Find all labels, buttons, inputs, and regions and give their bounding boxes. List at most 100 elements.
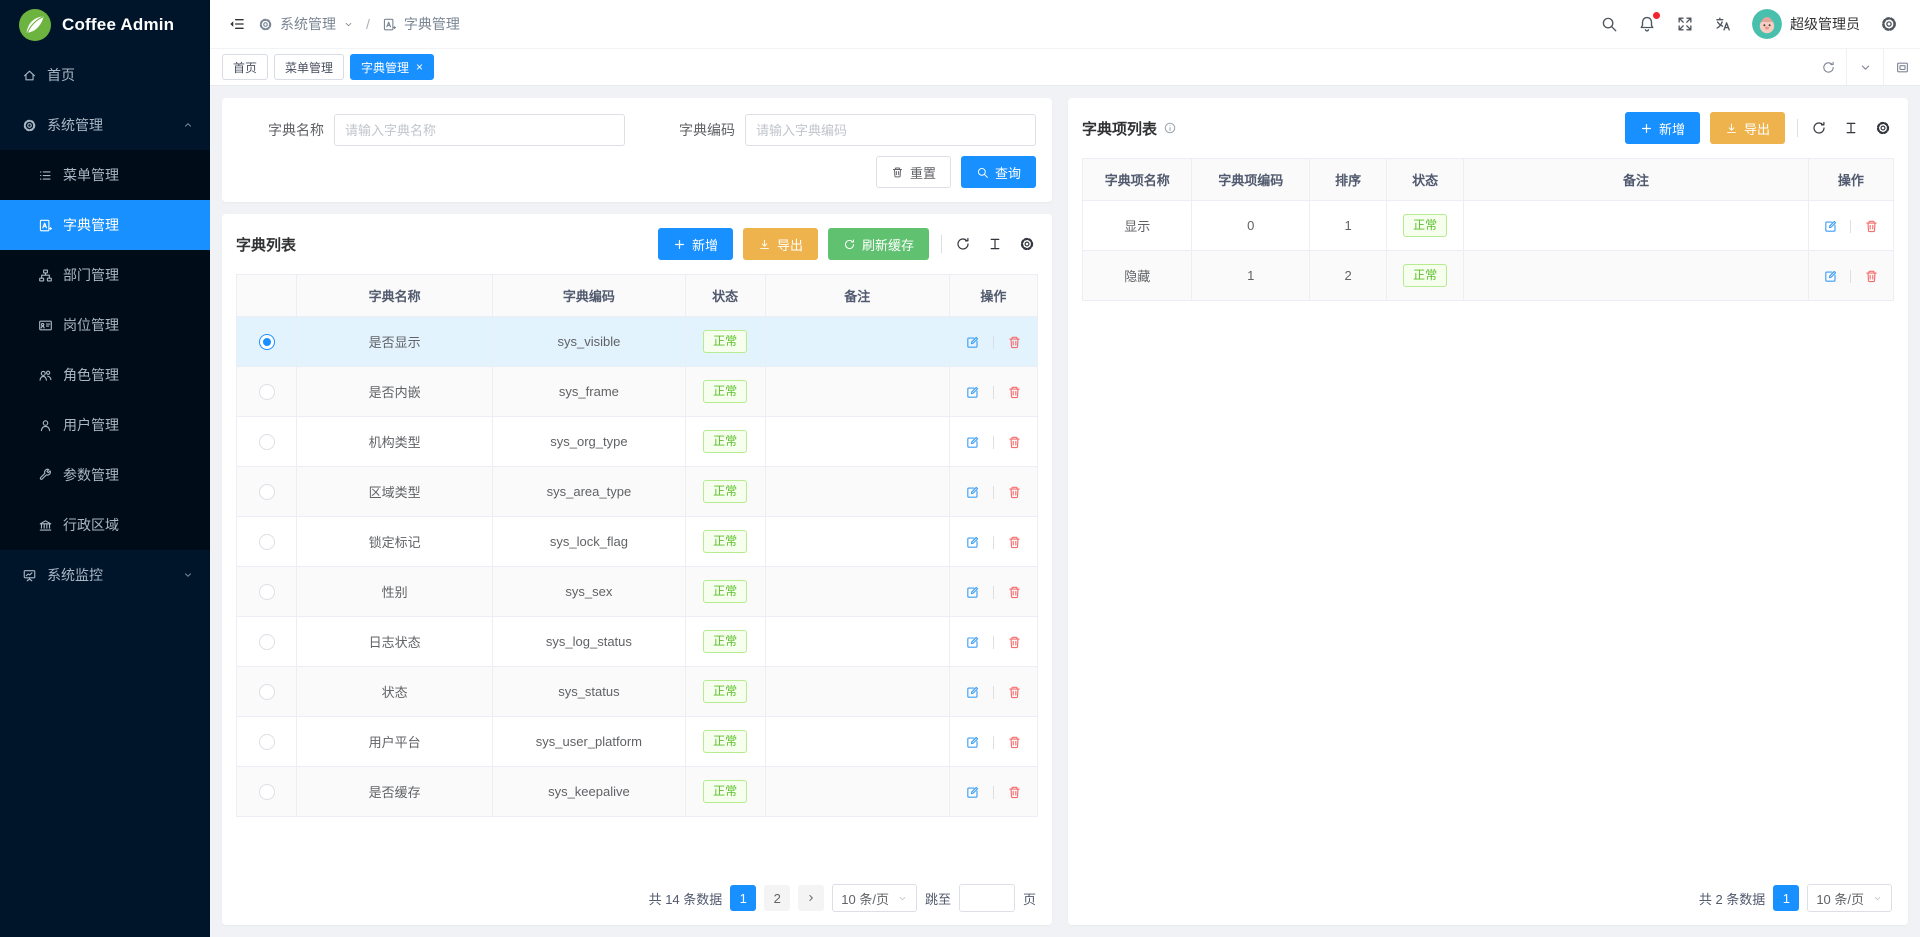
sidebar-item-param-mgmt[interactable]: 参数管理: [0, 450, 210, 500]
edit-icon[interactable]: [965, 785, 980, 800]
row-radio[interactable]: [259, 734, 275, 750]
edit-icon[interactable]: [965, 685, 980, 700]
row-radio[interactable]: [259, 434, 275, 450]
table-row[interactable]: 状态 sys_status 正常: [237, 667, 1038, 717]
sidebar-item-region-mgmt[interactable]: 行政区域: [0, 500, 210, 550]
sidebar-item-home[interactable]: 首页: [0, 50, 210, 100]
fullscreen-icon[interactable]: [1676, 15, 1694, 33]
sidebar-item-dict-mgmt[interactable]: 字典管理: [0, 200, 210, 250]
page-button-1[interactable]: 1: [1773, 885, 1799, 911]
edit-icon[interactable]: [965, 385, 980, 400]
row-radio[interactable]: [259, 684, 275, 700]
delete-icon[interactable]: [1007, 685, 1022, 700]
row-density-icon[interactable]: [984, 233, 1006, 255]
page-size-select[interactable]: 10 条/页: [1807, 884, 1892, 912]
row-radio[interactable]: [259, 584, 275, 600]
column-settings-gear-icon[interactable]: [1016, 233, 1038, 255]
table-row[interactable]: 锁定标记 sys_lock_flag 正常: [237, 517, 1038, 567]
dict-code-input[interactable]: [745, 114, 1036, 146]
delete-icon[interactable]: [1007, 735, 1022, 750]
table-row[interactable]: 是否缓存 sys_keepalive 正常: [237, 767, 1038, 817]
row-radio[interactable]: [259, 384, 275, 400]
sidebar-item-menu-mgmt[interactable]: 菜单管理: [0, 150, 210, 200]
delete-icon[interactable]: [1007, 585, 1022, 600]
edit-icon[interactable]: [965, 485, 980, 500]
table-row[interactable]: 是否内嵌 sys_frame 正常: [237, 367, 1038, 417]
row-radio[interactable]: [259, 484, 275, 500]
edit-icon[interactable]: [1823, 219, 1838, 234]
refresh-page-icon[interactable]: [1810, 49, 1846, 85]
export-dict-button[interactable]: 导出: [743, 228, 818, 260]
refresh-table-icon[interactable]: [1808, 117, 1830, 139]
tab-menu-mgmt[interactable]: 菜单管理: [274, 54, 344, 80]
delete-icon[interactable]: [1007, 485, 1022, 500]
notification-bell-icon[interactable]: [1638, 15, 1656, 33]
refresh-cache-button[interactable]: 刷新缓存: [828, 228, 929, 260]
table-row[interactable]: 是否显示 sys_visible 正常: [237, 317, 1038, 367]
status-badge: 正常: [703, 780, 747, 803]
tab-options-chevron-icon[interactable]: [1847, 49, 1883, 85]
query-button[interactable]: 查询: [961, 156, 1036, 188]
translate-icon[interactable]: [1714, 15, 1732, 33]
row-radio[interactable]: [259, 334, 275, 350]
app-logo[interactable]: Coffee Admin: [0, 0, 210, 50]
edit-icon[interactable]: [965, 435, 980, 450]
edit-icon[interactable]: [965, 635, 980, 650]
dict-name-input[interactable]: [334, 114, 625, 146]
page-button-2[interactable]: 2: [764, 885, 790, 911]
sidebar-item-system-mgmt[interactable]: 系统管理: [0, 100, 210, 150]
edit-icon[interactable]: [965, 335, 980, 350]
delete-icon[interactable]: [1007, 635, 1022, 650]
sidebar-item-post-mgmt[interactable]: 岗位管理: [0, 300, 210, 350]
sidebar-item-dept-mgmt[interactable]: 部门管理: [0, 250, 210, 300]
edit-icon[interactable]: [1823, 269, 1838, 284]
page-size-select[interactable]: 10 条/页: [832, 884, 917, 912]
table-row[interactable]: 机构类型 sys_org_type 正常: [237, 417, 1038, 467]
table-row[interactable]: 用户平台 sys_user_platform 正常: [237, 717, 1038, 767]
sidebar-item-user-mgmt[interactable]: 用户管理: [0, 400, 210, 450]
table-row[interactable]: 区域类型 sys_area_type 正常: [237, 467, 1038, 517]
status-badge: 正常: [703, 330, 747, 353]
tab-dict-mgmt[interactable]: 字典管理×: [350, 54, 434, 80]
breadcrumb-parent[interactable]: 系统管理: [258, 14, 354, 34]
delete-icon[interactable]: [1007, 785, 1022, 800]
page-button-1[interactable]: 1: [730, 885, 756, 911]
column-settings-gear-icon[interactable]: [1872, 117, 1894, 139]
delete-icon[interactable]: [1864, 269, 1879, 284]
edit-icon[interactable]: [965, 735, 980, 750]
sidebar-item-monitor[interactable]: 系统监控: [0, 550, 210, 600]
edit-icon[interactable]: [965, 535, 980, 550]
maximize-content-icon[interactable]: [1884, 49, 1920, 85]
next-page-button[interactable]: [798, 885, 824, 911]
collapse-sidebar-icon[interactable]: [228, 15, 246, 33]
edit-icon[interactable]: [965, 585, 980, 600]
table-row[interactable]: 性别 sys_sex 正常: [237, 567, 1038, 617]
delete-icon[interactable]: [1007, 435, 1022, 450]
add-dict-item-button[interactable]: 新增: [1625, 112, 1700, 144]
user-menu[interactable]: 超级管理员: [1752, 9, 1860, 39]
row-radio[interactable]: [259, 784, 275, 800]
row-density-icon[interactable]: [1840, 117, 1862, 139]
export-dict-item-button[interactable]: 导出: [1710, 112, 1785, 144]
breadcrumb-current: 字典管理: [382, 14, 460, 34]
row-radio[interactable]: [259, 534, 275, 550]
delete-icon[interactable]: [1007, 535, 1022, 550]
row-radio[interactable]: [259, 634, 275, 650]
dict-code-cell: sys_frame: [493, 367, 685, 417]
tab-home[interactable]: 首页: [222, 54, 268, 80]
table-row[interactable]: 显示 0 1 正常: [1083, 201, 1894, 251]
jump-page-input[interactable]: [959, 884, 1015, 912]
close-tab-icon[interactable]: ×: [416, 61, 423, 73]
reset-button[interactable]: 重置: [876, 156, 951, 188]
settings-gear-icon[interactable]: [1880, 15, 1898, 33]
delete-icon[interactable]: [1007, 335, 1022, 350]
table-row[interactable]: 日志状态 sys_log_status 正常: [237, 617, 1038, 667]
info-icon[interactable]: [1163, 121, 1177, 135]
add-dict-button[interactable]: 新增: [658, 228, 733, 260]
delete-icon[interactable]: [1007, 385, 1022, 400]
delete-icon[interactable]: [1864, 219, 1879, 234]
search-icon[interactable]: [1600, 15, 1618, 33]
refresh-table-icon[interactable]: [952, 233, 974, 255]
table-row[interactable]: 隐藏 1 2 正常: [1083, 251, 1894, 301]
sidebar-item-role-mgmt[interactable]: 角色管理: [0, 350, 210, 400]
